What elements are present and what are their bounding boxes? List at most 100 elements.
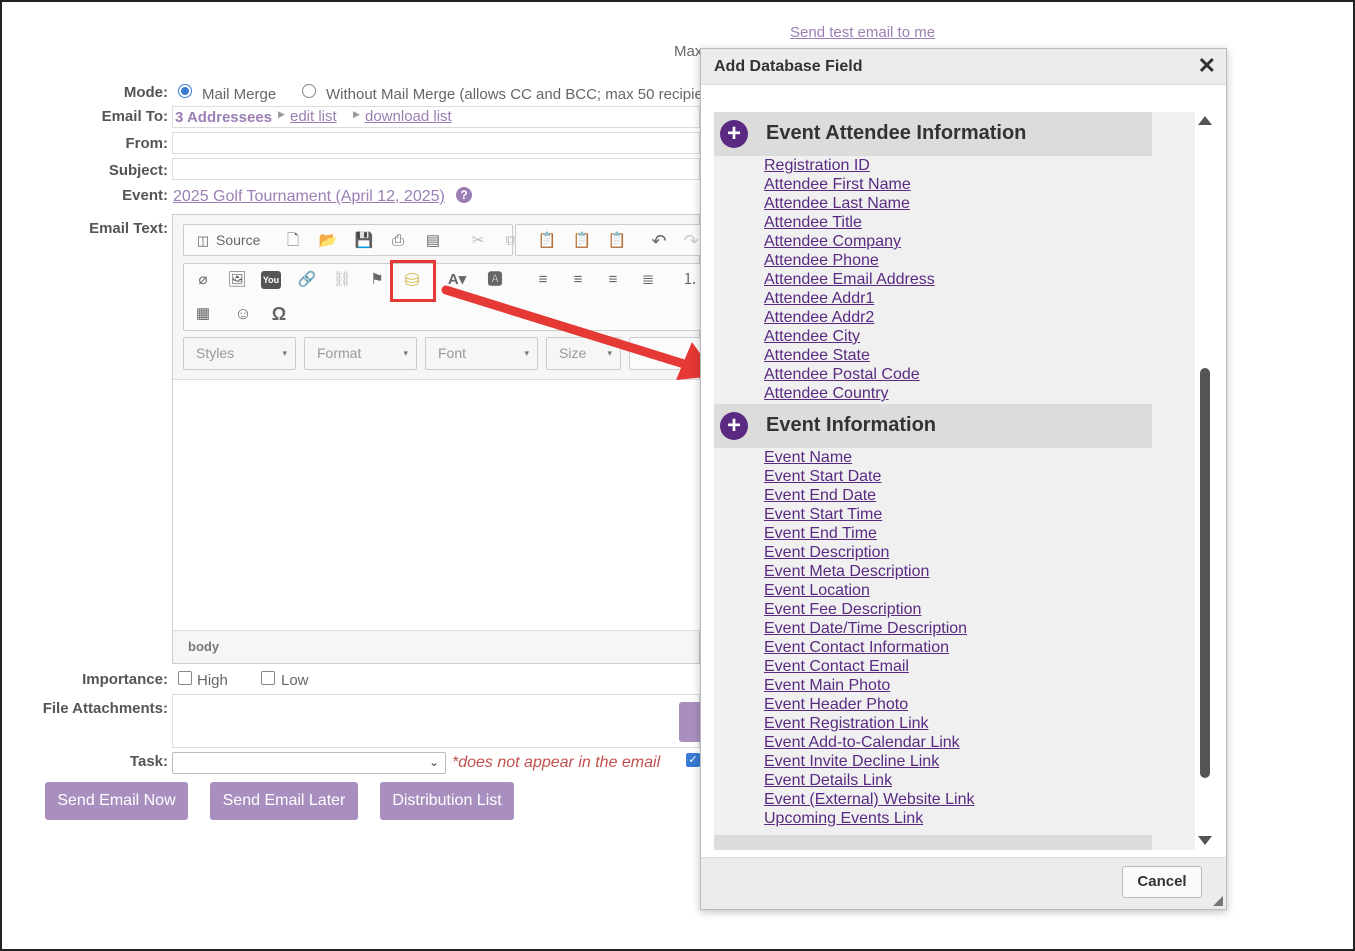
database-field-link[interactable]: Attendee Email Address: [764, 270, 935, 289]
database-field-link[interactable]: Event Date/Time Description: [764, 619, 974, 638]
chevron-down-icon: ⌄: [428, 755, 439, 769]
table-icon[interactable]: ▦: [192, 303, 214, 325]
save-icon[interactable]: 💾: [353, 230, 375, 252]
new-page-icon[interactable]: 🗋: [282, 230, 304, 252]
database-field-link[interactable]: Upcoming Events Link: [764, 809, 974, 828]
email-to-label: Email To:: [101, 108, 168, 125]
database-field-link[interactable]: Event Registration Link: [764, 714, 974, 733]
importance-high-label: High: [197, 672, 228, 689]
database-field-link[interactable]: Attendee City: [764, 327, 935, 346]
task-select[interactable]: ⌄: [172, 752, 446, 774]
database-field-link[interactable]: Event Contact Email: [764, 657, 974, 676]
without-mail-merge-radio[interactable]: [302, 84, 316, 98]
templates-icon[interactable]: ▤: [422, 230, 444, 252]
paste-icon[interactable]: 📋: [536, 230, 558, 252]
event-link[interactable]: 2025 Golf Tournament (April 12, 2025): [173, 188, 445, 206]
task-note: *does not appear in the email: [452, 754, 661, 771]
format-dropdown[interactable]: Format ▾: [304, 337, 417, 370]
importance-high-checkbox[interactable]: [178, 671, 192, 685]
paste-text-icon[interactable]: 📋: [571, 230, 593, 252]
section-header[interactable]: [714, 835, 1152, 850]
database-field-link[interactable]: Event Description: [764, 543, 974, 562]
event-label: Event:: [122, 187, 168, 204]
mail-merge-radio[interactable]: [178, 84, 192, 98]
source-icon[interactable]: ◫: [192, 230, 214, 252]
styles-dropdown[interactable]: Styles ▾: [183, 337, 296, 370]
send-email-now-button[interactable]: Send Email Now: [45, 782, 188, 820]
database-field-link[interactable]: Attendee Company: [764, 232, 935, 251]
help-icon[interactable]: ?: [456, 187, 472, 203]
importance-low-checkbox[interactable]: [261, 671, 275, 685]
section-header[interactable]: + Event Information: [714, 404, 1152, 448]
from-input[interactable]: [172, 132, 700, 154]
cancel-button[interactable]: Cancel: [1122, 866, 1202, 898]
attachment-icon[interactable]: ⌀: [192, 269, 214, 291]
resize-handle[interactable]: [1213, 896, 1223, 906]
mode-label: Mode:: [123, 84, 168, 101]
scroll-down-arrow[interactable]: [1198, 836, 1212, 845]
database-field-link[interactable]: Attendee Phone: [764, 251, 935, 270]
image-icon[interactable]: 🖼: [226, 269, 248, 291]
database-field-link[interactable]: Attendee State: [764, 346, 935, 365]
database-field-link[interactable]: Event End Time: [764, 524, 974, 543]
database-field-link[interactable]: Event Details Link: [764, 771, 974, 790]
scrollbar-thumb[interactable]: [1200, 368, 1210, 778]
database-field-link[interactable]: Attendee Postal Code: [764, 365, 935, 384]
distribution-list-button[interactable]: Distribution List: [380, 782, 514, 820]
database-field-link[interactable]: Attendee Title: [764, 213, 935, 232]
open-folder-icon[interactable]: 📂: [317, 230, 339, 252]
send-email-later-button[interactable]: Send Email Later: [210, 782, 358, 820]
task-checkbox[interactable]: ✓: [686, 753, 700, 767]
database-field-link[interactable]: Event Meta Description: [764, 562, 974, 581]
preview-icon[interactable]: ⎙: [387, 230, 409, 252]
database-field-link[interactable]: Attendee Country: [764, 384, 935, 403]
paste-word-icon[interactable]: 📋: [606, 230, 628, 252]
database-field-link[interactable]: Event Location: [764, 581, 974, 600]
section-header[interactable]: + Event Attendee Information: [714, 112, 1152, 156]
database-field-link[interactable]: Event (External) Website Link: [764, 790, 974, 809]
database-field-icon[interactable]: ⛁: [401, 269, 423, 291]
editor-content-area[interactable]: [173, 379, 700, 631]
toolbar-group-clipboard: 📋 📋 📋 ↶ ↷: [515, 224, 701, 256]
database-field-link[interactable]: Attendee First Name: [764, 175, 935, 194]
database-field-link[interactable]: Event Contact Information: [764, 638, 974, 657]
database-field-link[interactable]: Attendee Addr1: [764, 289, 935, 308]
anchor-flag-icon[interactable]: ⚑: [366, 269, 388, 291]
database-field-link[interactable]: Event End Date: [764, 486, 974, 505]
database-field-link[interactable]: Attendee Last Name: [764, 194, 935, 213]
database-field-link[interactable]: Event Start Date: [764, 467, 974, 486]
plus-circle-icon[interactable]: +: [720, 120, 748, 148]
link-icon[interactable]: 🔗: [296, 269, 318, 291]
smiley-icon[interactable]: ☺: [232, 303, 254, 325]
redo-icon[interactable]: ↷: [680, 230, 702, 252]
cut-icon[interactable]: ✂: [467, 230, 489, 252]
dialog-title: Add Database Field: [714, 58, 863, 75]
database-field-link[interactable]: Event Main Photo: [764, 676, 974, 695]
subject-input[interactable]: [172, 158, 700, 180]
addressees-link[interactable]: 3 Addressees: [175, 109, 272, 126]
special-char-icon[interactable]: Ω: [268, 303, 290, 325]
attachments-dropzone[interactable]: [172, 694, 700, 748]
attach-button[interactable]: [679, 702, 700, 742]
database-field-link[interactable]: Event Start Time: [764, 505, 974, 524]
undo-icon[interactable]: ↶: [648, 230, 670, 252]
chevron-down-icon: ▾: [282, 348, 287, 358]
download-list-link[interactable]: download list: [365, 108, 452, 125]
database-field-link[interactable]: Event Header Photo: [764, 695, 974, 714]
database-field-link[interactable]: Event Name: [764, 448, 974, 467]
database-field-link[interactable]: Attendee Addr2: [764, 308, 935, 327]
toolbar-group-document: ◫ Source 🗋 📂 💾 ⎙ ▤ ✂ ⧉: [183, 224, 516, 256]
importance-low-label: Low: [281, 672, 309, 689]
scroll-up-arrow[interactable]: [1198, 116, 1212, 125]
send-test-email-link[interactable]: Send test email to me: [790, 24, 935, 41]
unlink-icon[interactable]: ⛓: [331, 269, 353, 291]
source-button[interactable]: Source: [216, 232, 260, 248]
database-field-link[interactable]: Event Add-to-Calendar Link: [764, 733, 974, 752]
close-icon[interactable]: ✕: [1198, 53, 1216, 79]
youtube-icon[interactable]: You: [261, 271, 281, 289]
database-field-link[interactable]: Event Invite Decline Link: [764, 752, 974, 771]
edit-list-link[interactable]: edit list: [290, 108, 337, 125]
plus-circle-icon[interactable]: +: [720, 412, 748, 440]
database-field-link[interactable]: Registration ID: [764, 156, 935, 175]
database-field-link[interactable]: Event Fee Description: [764, 600, 974, 619]
